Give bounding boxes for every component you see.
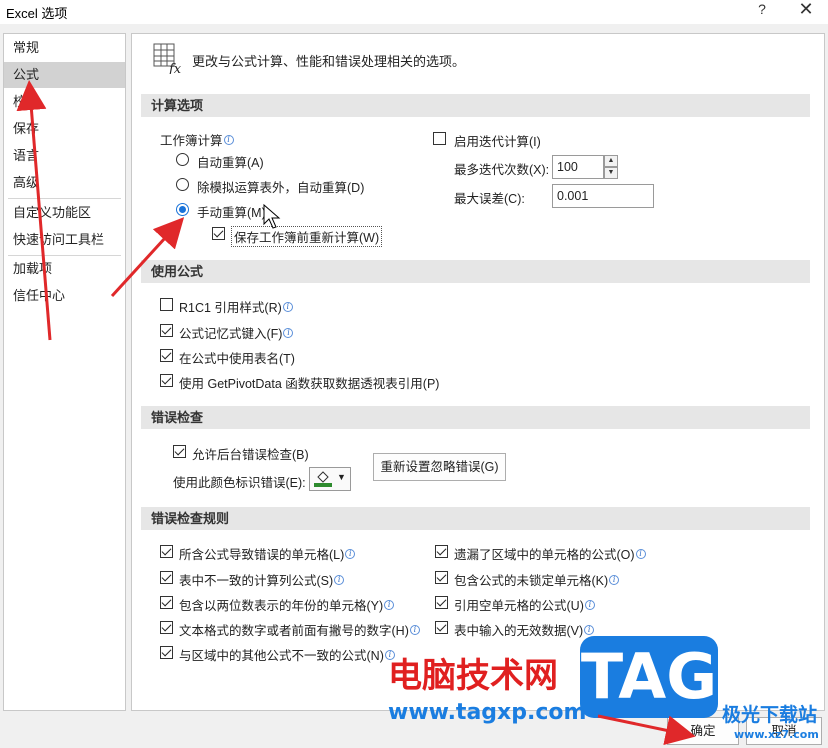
- rule-checkbox-error-cells[interactable]: [160, 545, 173, 558]
- radio-automatic-except-tables-label[interactable]: 除模拟运算表外，自动重算(D): [197, 177, 364, 196]
- info-icon: i: [584, 625, 595, 635]
- rule-label-error-cells[interactable]: 所含公式导致错误的单元格(L) i: [179, 544, 356, 563]
- max-change-label: 最大误差(C):: [454, 192, 525, 206]
- info-icon: i: [584, 600, 595, 610]
- rule-checkbox-inconsistent-formula[interactable]: [160, 646, 173, 659]
- background-error-checking-checkbox[interactable]: [173, 445, 186, 458]
- rule-checkbox-unlocked-cells[interactable]: [435, 571, 448, 584]
- info-icon: i: [334, 575, 345, 585]
- r1c1-label[interactable]: R1C1 引用样式(R) i: [179, 297, 293, 316]
- section-error-checking-rules: 错误检查规则: [141, 507, 810, 530]
- table-names-checkbox[interactable]: [160, 349, 173, 362]
- sidebar-divider: [8, 198, 121, 199]
- section-error-checking: 错误检查: [141, 406, 810, 429]
- r1c1-checkbox[interactable]: [160, 298, 173, 311]
- chevron-down-icon: ▼: [337, 472, 346, 482]
- rule-checkbox-omitted-cells[interactable]: [435, 545, 448, 558]
- background-error-checking-label[interactable]: 允许后台错误检查(B): [192, 444, 309, 463]
- spin-down-icon[interactable]: ▼: [604, 167, 618, 179]
- iterative-calc-label[interactable]: 启用迭代计算(I): [454, 131, 541, 150]
- info-icon: i: [635, 549, 646, 559]
- error-color-picker[interactable]: ▼: [309, 467, 351, 491]
- rule-label-inconsistent-formula[interactable]: 与区域中的其他公式不一致的公式(N) i: [179, 645, 395, 664]
- watermark-tag-logo: TAG: [580, 636, 718, 718]
- rule-label-two-digit-year[interactable]: 包含以两位数表示的年份的单元格(Y) i: [179, 595, 395, 614]
- iterative-calc-checkbox[interactable]: [433, 132, 446, 145]
- rule-checkbox-empty-cells[interactable]: [435, 596, 448, 609]
- rule-label-omitted-cells[interactable]: 遗漏了区域中的单元格的公式(O) i: [454, 544, 646, 563]
- recalc-before-save-label[interactable]: 保存工作簿前重新计算(W): [231, 226, 383, 247]
- getpivotdata-checkbox[interactable]: [160, 374, 173, 387]
- workbook-calculation-label: 工作簿计算 i: [160, 130, 234, 149]
- sidebar-item-add-ins[interactable]: 加载项: [4, 256, 125, 282]
- paint-bucket-icon: [314, 471, 332, 487]
- sidebar-item-quick-access-toolbar[interactable]: 快速访问工具栏: [4, 227, 125, 253]
- spin-up-icon[interactable]: ▲: [604, 155, 618, 167]
- radio-manual-label[interactable]: 手动重算(M): [197, 202, 266, 221]
- close-icon[interactable]: ✕: [795, 0, 817, 20]
- max-change-input[interactable]: 0.001: [552, 184, 654, 208]
- category-sidebar: 常规 公式 校对 保存 语言 高级 自定义功能区 快速访问工具栏 加载项 信任中…: [3, 33, 126, 711]
- max-iterations-label: 最多迭代次数(X):: [454, 163, 550, 177]
- info-icon: i: [384, 600, 395, 610]
- info-icon: i: [223, 135, 234, 145]
- error-color-label: 使用此颜色标识错误(E):: [173, 476, 306, 490]
- sidebar-item-proofing[interactable]: 校对: [4, 89, 125, 115]
- rule-label-inconsistent-column[interactable]: 表中不一致的计算列公式(S) i: [179, 570, 345, 589]
- section-working-with-formulas: 使用公式: [141, 260, 810, 283]
- radio-automatic-label[interactable]: 自动重算(A): [197, 152, 264, 171]
- sidebar-item-customize-ribbon[interactable]: 自定义功能区: [4, 200, 125, 226]
- options-content-panel: fx 更改与公式计算、性能和错误处理相关的选项。 计算选项 工作簿计算 i 自动重…: [131, 33, 825, 711]
- svg-text:fx: fx: [168, 62, 182, 74]
- info-icon: i: [283, 328, 294, 338]
- section-calculation-options: 计算选项: [141, 94, 810, 117]
- info-icon: i: [345, 549, 356, 559]
- sidebar-item-advanced[interactable]: 高级: [4, 170, 125, 196]
- recalc-before-save-checkbox[interactable]: [212, 227, 225, 240]
- reset-ignored-errors-button[interactable]: 重新设置忽略错误(G): [373, 453, 506, 481]
- sidebar-item-save[interactable]: 保存: [4, 116, 125, 142]
- radio-automatic-except-tables[interactable]: [176, 178, 189, 191]
- sidebar-item-general[interactable]: 常规: [4, 35, 125, 61]
- rule-label-invalid-data[interactable]: 表中输入的无效数据(V) i: [454, 620, 595, 639]
- sidebar-item-formulas[interactable]: 公式: [4, 62, 125, 88]
- getpivotdata-label[interactable]: 使用 GetPivotData 函数获取数据透视表引用(P): [179, 373, 439, 392]
- sidebar-item-language[interactable]: 语言: [4, 143, 125, 169]
- rule-label-unlocked-cells[interactable]: 包含公式的未锁定单元格(K) i: [454, 570, 620, 589]
- info-icon: i: [282, 302, 293, 312]
- max-iterations-input[interactable]: 100: [552, 155, 604, 179]
- title-bar: Excel 选项 ? ✕: [0, 0, 828, 24]
- watermark-site-url: www.xz7.com: [734, 728, 819, 741]
- rule-checkbox-two-digit-year[interactable]: [160, 596, 173, 609]
- formula-autocomplete-label[interactable]: 公式记忆式键入(F) i: [179, 323, 294, 342]
- help-icon[interactable]: ?: [755, 1, 769, 17]
- info-icon: i: [409, 625, 420, 635]
- watermark-url: www.tagxp.com: [388, 700, 587, 725]
- watermark-site-name: 极光下载站: [722, 704, 818, 726]
- radio-manual[interactable]: [176, 203, 189, 216]
- max-iterations-spinner[interactable]: ▲ ▼: [604, 155, 618, 179]
- window-title: Excel 选项: [6, 6, 68, 21]
- table-names-label[interactable]: 在公式中使用表名(T): [179, 348, 295, 367]
- formula-fx-icon: fx: [153, 43, 182, 74]
- rule-label-empty-cells[interactable]: 引用空单元格的公式(U) i: [454, 595, 595, 614]
- rule-checkbox-invalid-data[interactable]: [435, 621, 448, 634]
- rule-label-numbers-as-text[interactable]: 文本格式的数字或者前面有撇号的数字(H) i: [179, 620, 420, 639]
- info-icon: i: [609, 575, 620, 585]
- formula-autocomplete-checkbox[interactable]: [160, 324, 173, 337]
- rule-checkbox-numbers-as-text[interactable]: [160, 621, 173, 634]
- rule-checkbox-inconsistent-column[interactable]: [160, 571, 173, 584]
- sidebar-item-trust-center[interactable]: 信任中心: [4, 283, 125, 309]
- radio-automatic[interactable]: [176, 153, 189, 166]
- watermark-title: 电脑技术网: [388, 656, 558, 696]
- page-description: 更改与公式计算、性能和错误处理相关的选项。: [192, 54, 466, 69]
